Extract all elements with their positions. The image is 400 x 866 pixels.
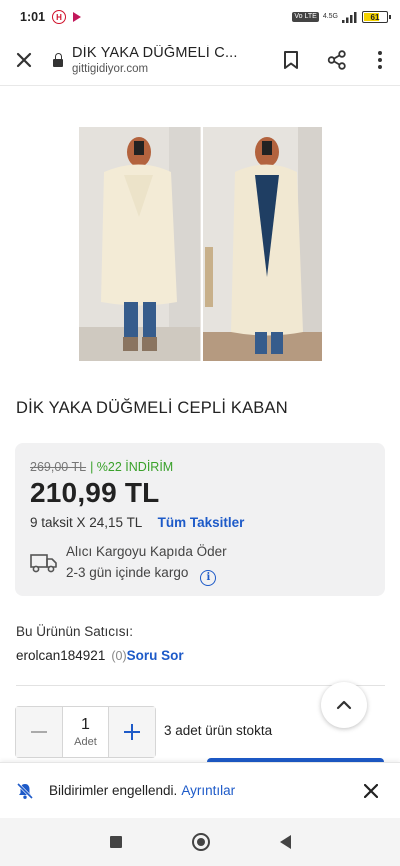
notification-message: Bildirimler engellendi. xyxy=(49,783,178,798)
cargo-text: Alıcı Kargoyu Kapıda Öder 2-3 gün içinde… xyxy=(66,541,227,586)
cargo-delivery-text: 2-3 gün içinde kargo xyxy=(66,565,189,580)
share-icon xyxy=(327,49,346,70)
page-title: DİK YAKA DÜĞMELİ C... xyxy=(72,44,238,61)
system-navigation xyxy=(0,818,400,866)
increase-quantity-button[interactable] xyxy=(109,707,155,757)
close-tab-button[interactable] xyxy=(0,36,48,84)
current-price: 210,99 TL xyxy=(30,477,160,508)
play-notification-icon xyxy=(73,12,82,22)
close-icon xyxy=(364,783,378,798)
minus-icon xyxy=(31,731,47,733)
discount-badge: | %22 İNDİRİM xyxy=(90,460,174,474)
installment-row: 9 taksit X 24,15 TL Tüm Taksitler xyxy=(30,515,244,530)
share-button[interactable] xyxy=(314,37,360,83)
close-icon xyxy=(16,52,32,67)
chevron-up-icon xyxy=(336,700,352,710)
home-icon[interactable] xyxy=(191,833,210,851)
stock-text: 3 adet ürün stokta xyxy=(164,723,273,738)
network-type: 4.5G xyxy=(322,13,338,20)
toolbar-actions xyxy=(268,37,400,83)
more-options-button[interactable] xyxy=(360,37,400,83)
product-photo-front xyxy=(79,127,201,361)
cargo-delivery-line: 2-3 gün içinde kargo i xyxy=(66,562,227,586)
notification-text: Bildirimler engellendi. Ayrıntılar xyxy=(49,783,235,798)
url-block[interactable]: DİK YAKA DÜĞMELİ C... gittigidiyor.com xyxy=(72,45,262,75)
more-vert-icon xyxy=(378,50,382,69)
price-card: 269,00 TL | %22 İNDİRİM 210,99 TL 9 taks… xyxy=(15,443,385,596)
bell-off-icon xyxy=(16,782,34,799)
notification-bar: Bildirimler engellendi. Ayrıntılar xyxy=(0,762,400,818)
notification-details-link[interactable]: Ayrıntılar xyxy=(181,783,235,798)
status-bar: 1:01 H Vo LTE 4.5G 61 xyxy=(0,0,400,34)
seller-name[interactable]: erolcan184921 xyxy=(16,648,105,663)
battery-level: 61 xyxy=(370,12,380,22)
notification-close-button[interactable] xyxy=(348,768,394,814)
scroll-top-button[interactable] xyxy=(321,682,367,728)
seller-rating-count: (0) xyxy=(111,649,127,663)
recent-apps-icon[interactable] xyxy=(109,836,122,848)
lock-icon xyxy=(52,52,64,67)
info-icon[interactable]: i xyxy=(200,569,217,586)
battery-icon: 61 xyxy=(362,11,391,23)
ask-question-link[interactable]: Soru Sor xyxy=(127,648,184,663)
plus-icon xyxy=(124,724,140,740)
seller-heading: Bu Ürünün Satıcısı: xyxy=(16,624,134,639)
quantity-field[interactable]: 1 Adet xyxy=(62,707,109,757)
volte-icon: Vo LTE xyxy=(292,12,319,22)
status-left: 1:01 H xyxy=(20,10,82,24)
back-icon[interactable] xyxy=(279,835,291,849)
old-price: 269,00 TL xyxy=(30,460,87,474)
quantity-unit: Adet xyxy=(74,736,97,748)
signal-icon xyxy=(342,12,357,23)
quantity-stepper: 1 Adet xyxy=(15,706,156,758)
truck-icon xyxy=(30,554,57,573)
status-right: Vo LTE 4.5G 61 xyxy=(292,11,391,23)
hepsiburada-notification-icon: H xyxy=(52,10,67,24)
page-domain: gittigidiyor.com xyxy=(72,62,149,75)
all-installments-link[interactable]: Tüm Taksitler xyxy=(158,515,245,530)
decrease-quantity-button[interactable] xyxy=(16,707,62,757)
product-image[interactable] xyxy=(79,127,322,361)
bookmark-button[interactable] xyxy=(268,37,314,83)
old-price-row: 269,00 TL | %22 İNDİRİM xyxy=(30,460,173,474)
installment-text: 9 taksit X 24,15 TL xyxy=(30,515,142,530)
product-photo-side xyxy=(200,127,322,361)
status-time: 1:01 xyxy=(20,10,46,24)
product-title: DİK YAKA DÜĞMELİ CEPLİ KABAN xyxy=(16,399,288,417)
bookmark-icon xyxy=(284,50,298,69)
quantity-value: 1 xyxy=(81,716,90,733)
browser-toolbar: DİK YAKA DÜĞMELİ C... gittigidiyor.com xyxy=(0,34,400,86)
seller-row: erolcan184921 (0) Soru Sor xyxy=(16,648,184,663)
cargo-row: Alıcı Kargoyu Kapıda Öder 2-3 gün içinde… xyxy=(30,541,227,586)
cargo-payment-text: Alıcı Kargoyu Kapıda Öder xyxy=(66,544,227,559)
